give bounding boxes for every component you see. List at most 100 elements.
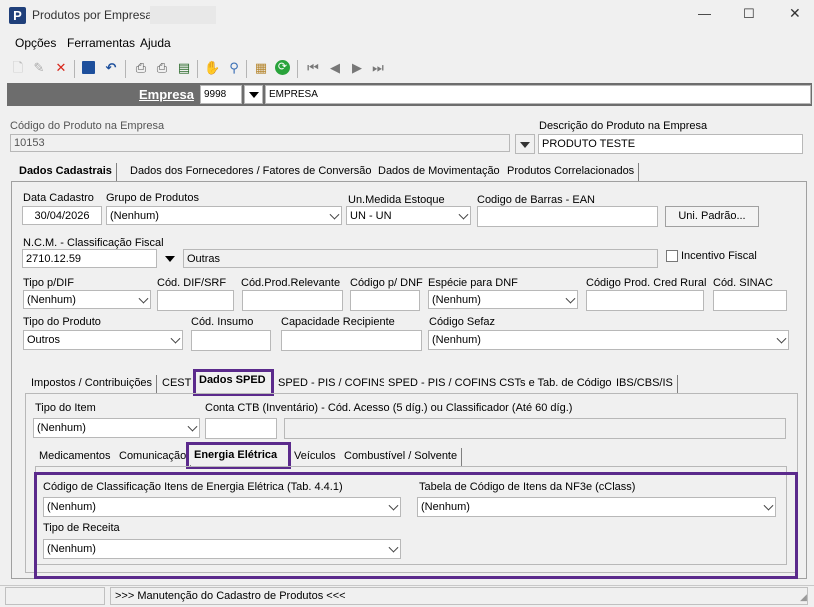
menu-ferramentas[interactable]: Ferramentas: [67, 36, 135, 50]
sinac-field[interactable]: [713, 290, 787, 311]
grupo-select[interactable]: (Nenhum): [106, 206, 342, 225]
descricao-label: Descrição do Produto na Empresa: [539, 120, 708, 132]
especie-select[interactable]: (Nenhum): [428, 290, 578, 309]
chevron-down-icon: [565, 293, 576, 304]
un-medida-select[interactable]: UN - UN: [346, 206, 471, 225]
tab-sped-cst[interactable]: SPED - PIS / COFINS CSTs e Tab. de Códig…: [384, 375, 623, 393]
tipo-dif-select[interactable]: (Nenhum): [23, 290, 151, 309]
export-icon[interactable]: ▤: [176, 60, 192, 76]
title-bar: P Produtos por Empresa — ☐ ✕: [0, 0, 814, 30]
codigo-field[interactable]: 10153: [10, 134, 510, 152]
empresa-code-field[interactable]: 9998: [200, 85, 242, 104]
status-panel-1: [5, 587, 105, 605]
tipo-receita-label: Tipo de Receita: [43, 522, 120, 534]
conta-acesso-field[interactable]: [205, 418, 277, 439]
maximize-button[interactable]: ☐: [743, 6, 755, 22]
tab-produtos-correlacionados[interactable]: Produtos Correlacionados: [503, 163, 640, 181]
tab-combustivel[interactable]: Combustível / Solvente: [340, 448, 463, 466]
dnf-field[interactable]: [350, 290, 420, 311]
especie-value: (Nenhum): [432, 293, 481, 306]
tipo-item-value: (Nenhum): [37, 422, 86, 434]
empresa-dropdown-button[interactable]: [244, 85, 263, 104]
tab-ibs-cbs[interactable]: IBS/CBS/IS: [612, 375, 678, 393]
report-icon[interactable]: ▦: [253, 60, 269, 76]
sefaz-select[interactable]: (Nenhum): [428, 330, 789, 350]
menu-ajuda[interactable]: Ajuda: [140, 36, 171, 50]
tab-dados-movimentacao[interactable]: Dados de Movimentação: [374, 163, 505, 181]
ean-label: Codigo de Barras - EAN: [477, 194, 595, 206]
first-record-icon[interactable]: ⏮: [305, 60, 321, 76]
tab-dados-cadastrais[interactable]: Dados Cadastrais: [15, 163, 117, 181]
cred-rural-field[interactable]: [586, 290, 704, 311]
tab-cest[interactable]: CEST: [158, 375, 197, 393]
difsrf-field[interactable]: [157, 290, 234, 311]
delete-icon[interactable]: ✕: [53, 60, 69, 76]
menu-opcoes[interactable]: Opções: [15, 36, 56, 50]
new-document-icon[interactable]: 🗋: [10, 60, 26, 76]
un-medida-label: Un.Medida Estoque: [348, 194, 445, 206]
especie-label: Espécie para DNF: [428, 277, 518, 289]
highlight-dados-sped: [193, 369, 274, 396]
ncm-dropdown-button[interactable]: [161, 249, 180, 268]
codigo-label: Código do Produto na Empresa: [10, 120, 165, 132]
print-icon[interactable]: ⎙: [133, 60, 149, 76]
save-icon[interactable]: [81, 60, 97, 76]
last-record-icon[interactable]: ⏭: [370, 60, 386, 76]
chevron-down-icon: [138, 293, 149, 304]
print-preview-icon[interactable]: ⎙: [154, 60, 170, 76]
hand-icon[interactable]: ✋: [204, 60, 220, 76]
tab-sped-pis-cofins[interactable]: SPED - PIS / COFINS: [274, 375, 392, 393]
un-medida-value: UN - UN: [350, 209, 392, 222]
cred-rural-label: Código Prod. Cred Rural: [586, 277, 707, 289]
ean-field[interactable]: [477, 206, 658, 227]
relevante-field[interactable]: [242, 290, 343, 311]
redacted-block: [150, 6, 216, 24]
tab-comunicacao[interactable]: Comunicação: [115, 448, 192, 466]
incentivo-checkbox[interactable]: [666, 250, 678, 262]
tipo-dif-label: Tipo p/DIF: [23, 277, 74, 289]
empresa-name-field[interactable]: EMPRESA: [265, 85, 811, 104]
data-cadastro-field[interactable]: 30/04/2026: [22, 206, 102, 225]
toolbar-separator: [246, 60, 247, 78]
chevron-down-icon: [170, 333, 181, 344]
tab-impostos[interactable]: Impostos / Contribuições: [27, 375, 158, 393]
close-button[interactable]: ✕: [789, 5, 801, 22]
uni-padrao-button[interactable]: Uni. Padrão...: [665, 206, 759, 227]
tipo-item-select[interactable]: (Nenhum): [33, 418, 200, 438]
chevron-down-icon: [388, 542, 399, 553]
tipo-receita-select[interactable]: (Nenhum): [43, 539, 401, 559]
previous-record-icon[interactable]: ◀: [327, 60, 343, 76]
conta-ctb-label: Conta CTB (Inventário) - Cód. Acesso (5 …: [205, 402, 573, 414]
conta-classificador-field[interactable]: [284, 418, 786, 439]
search-icon[interactable]: ⚲: [226, 60, 242, 76]
next-record-icon[interactable]: ▶: [349, 60, 365, 76]
ncm-field[interactable]: 2710.12.59: [22, 249, 157, 268]
highlight-energia-eletrica: [186, 442, 291, 469]
codigo-dropdown-button[interactable]: [515, 134, 535, 154]
descricao-field[interactable]: PRODUTO TESTE: [538, 134, 803, 154]
grupo-label: Grupo de Produtos: [106, 192, 199, 204]
edit-icon[interactable]: ✎: [31, 60, 47, 76]
toolbar-separator: [74, 60, 75, 78]
capacidade-field[interactable]: [281, 330, 422, 351]
refresh-icon[interactable]: ⟳: [275, 60, 291, 76]
undo-icon[interactable]: ↶: [103, 60, 119, 76]
toolbar-separator: [297, 60, 298, 78]
tab-veiculos[interactable]: Veículos: [290, 448, 341, 466]
tab-medicamentos[interactable]: Medicamentos: [35, 448, 116, 466]
minimize-button[interactable]: —: [698, 6, 711, 21]
chevron-down-icon: [776, 333, 787, 344]
sefaz-value: (Nenhum): [432, 334, 481, 346]
difsrf-label: Cód. DIF/SRF: [157, 277, 227, 289]
insumo-field[interactable]: [191, 330, 271, 351]
toolbar-separator: [125, 60, 126, 78]
nf3e-select[interactable]: (Nenhum): [417, 497, 776, 517]
tipo-produto-select[interactable]: Outros: [23, 330, 183, 350]
tipo-item-label: Tipo do Item: [35, 402, 96, 414]
ncm-label: N.C.M. - Classificação Fiscal: [23, 237, 164, 249]
classificacao-energia-select[interactable]: (Nenhum): [43, 497, 401, 517]
nf3e-label: Tabela de Código de Itens da NF3e (cClas…: [419, 481, 636, 493]
resize-grip-icon: ◢: [800, 592, 807, 602]
tab-dados-fornecedores[interactable]: Dados dos Fornecedores / Fatores de Conv…: [126, 163, 377, 181]
sinac-label: Cód. SINAC: [713, 277, 773, 289]
